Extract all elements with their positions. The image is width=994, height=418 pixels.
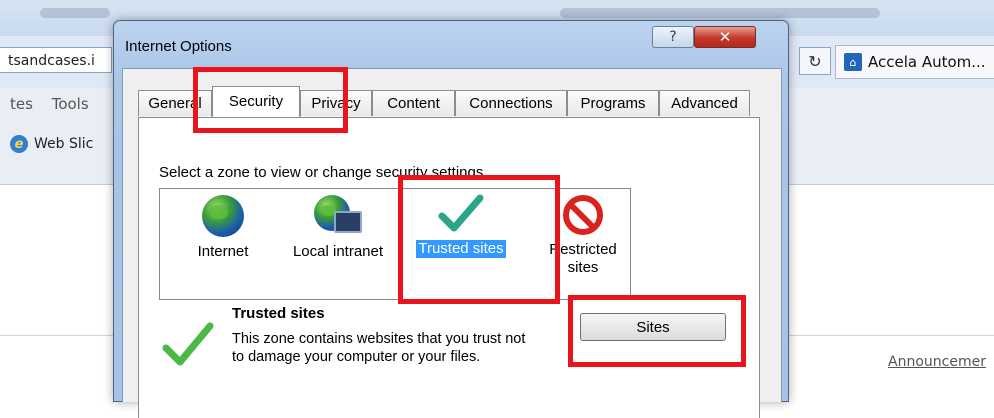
zone-label: Local intranet xyxy=(292,243,384,260)
zone-info-title: Trusted sites xyxy=(232,305,325,322)
ie-icon: e xyxy=(10,135,28,153)
tab-programs[interactable]: Programs xyxy=(567,90,659,116)
blurred-text xyxy=(560,8,880,18)
tab-content[interactable]: Content xyxy=(372,90,455,116)
local-intranet-icon xyxy=(314,195,362,237)
checkmark-icon xyxy=(438,194,484,232)
zone-label: Internet xyxy=(197,243,249,260)
menu-item-tools[interactable]: Tools xyxy=(52,95,89,113)
globe-icon xyxy=(202,195,244,237)
page-content xyxy=(786,185,994,333)
zone-local-intranet[interactable]: Local intranet xyxy=(283,195,393,261)
zone-info-description: This zone contains websites that you tru… xyxy=(232,331,526,365)
zone-trusted-sites[interactable]: Trusted sites xyxy=(406,192,516,258)
web-slice-label: Web Slic xyxy=(34,136,94,152)
blurred-text xyxy=(40,8,110,18)
help-button[interactable]: ? xyxy=(652,26,694,48)
zone-label: Restricted sites xyxy=(549,241,617,276)
restricted-icon xyxy=(563,195,603,235)
tab-connections[interactable]: Connections xyxy=(455,90,567,116)
browser-menu: tes Tools xyxy=(10,95,103,113)
menu-item-favorites[interactable]: tes xyxy=(10,95,33,113)
zone-prompt: Select a zone to view or change security… xyxy=(159,164,488,181)
dialog-title: Internet Options xyxy=(125,38,232,55)
browser-tab-title: Accela Autom... xyxy=(868,53,986,71)
tab-advanced[interactable]: Advanced xyxy=(659,90,750,116)
tab-security[interactable]: Security xyxy=(212,86,300,117)
browser-tab[interactable]: ⌂ Accela Autom... xyxy=(835,45,994,79)
close-button[interactable]: ✕ xyxy=(694,26,756,48)
zone-restricted-sites[interactable]: Restricted sites xyxy=(528,195,638,277)
accela-icon: ⌂ xyxy=(844,53,862,71)
tab-general[interactable]: General xyxy=(138,90,212,116)
web-slice-gallery[interactable]: e Web Slic xyxy=(10,133,93,155)
tab-privacy[interactable]: Privacy xyxy=(300,90,372,116)
sites-button[interactable]: Sites xyxy=(580,313,726,341)
zone-internet[interactable]: Internet xyxy=(183,195,263,261)
announcements-link[interactable]: Announcemer xyxy=(888,354,986,370)
zone-label: Trusted sites xyxy=(416,240,506,258)
address-bar[interactable]: tsandcases.i xyxy=(0,47,112,73)
refresh-icon[interactable]: ↻ xyxy=(799,47,831,75)
trusted-sites-checkmark-icon xyxy=(162,322,214,366)
